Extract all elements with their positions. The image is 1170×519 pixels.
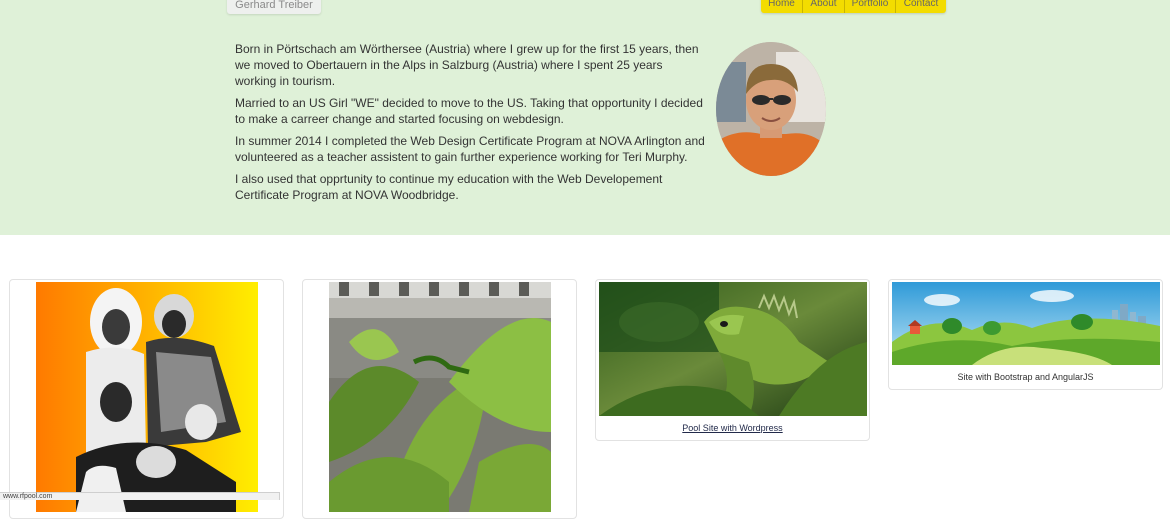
bio-text: Born in Pörtschach am Wörthersee (Austri… (235, 41, 705, 209)
green-lizard-on-leaves (329, 282, 551, 512)
bio-paragraph: Born in Pörtschach am Wörthersee (Austri… (235, 42, 699, 88)
profile-photo (716, 42, 826, 176)
family-photo-inverted (36, 282, 258, 512)
portfolio-card[interactable]: Site with Bootstrap and AngularJS (888, 279, 1163, 390)
bio-paragraph: I also used that opprtunity to continue … (235, 172, 663, 202)
nav-portfolio[interactable]: Portfolio (845, 0, 896, 13)
about-section: Gerhard Treiber Home About Portfolio Con… (0, 0, 1170, 235)
status-url: www.rfpool.com (3, 493, 53, 500)
card-caption-link[interactable]: Pool Site with Wordpress (596, 423, 869, 433)
bio-paragraph: In summer 2014 I completed the Web Desig… (235, 134, 705, 164)
nav-home[interactable]: Home (761, 0, 803, 13)
portfolio-card[interactable] (9, 279, 284, 519)
portfolio-card[interactable] (302, 279, 577, 519)
cartoon-landscape (892, 282, 1160, 365)
browser-status-bar: www.rfpool.com (0, 492, 280, 500)
portfolio-card[interactable]: Pool Site with Wordpress (595, 279, 870, 441)
main-nav: Home About Portfolio Contact (761, 0, 946, 13)
site-brand[interactable]: Gerhard Treiber (227, 0, 321, 14)
iguana-photo (599, 282, 867, 416)
card-caption: Site with Bootstrap and AngularJS (957, 372, 1094, 382)
nav-about[interactable]: About (803, 0, 845, 13)
bio-paragraph: Married to an US Girl "WE" decided to mo… (235, 96, 703, 126)
nav-contact[interactable]: Contact (896, 0, 946, 13)
